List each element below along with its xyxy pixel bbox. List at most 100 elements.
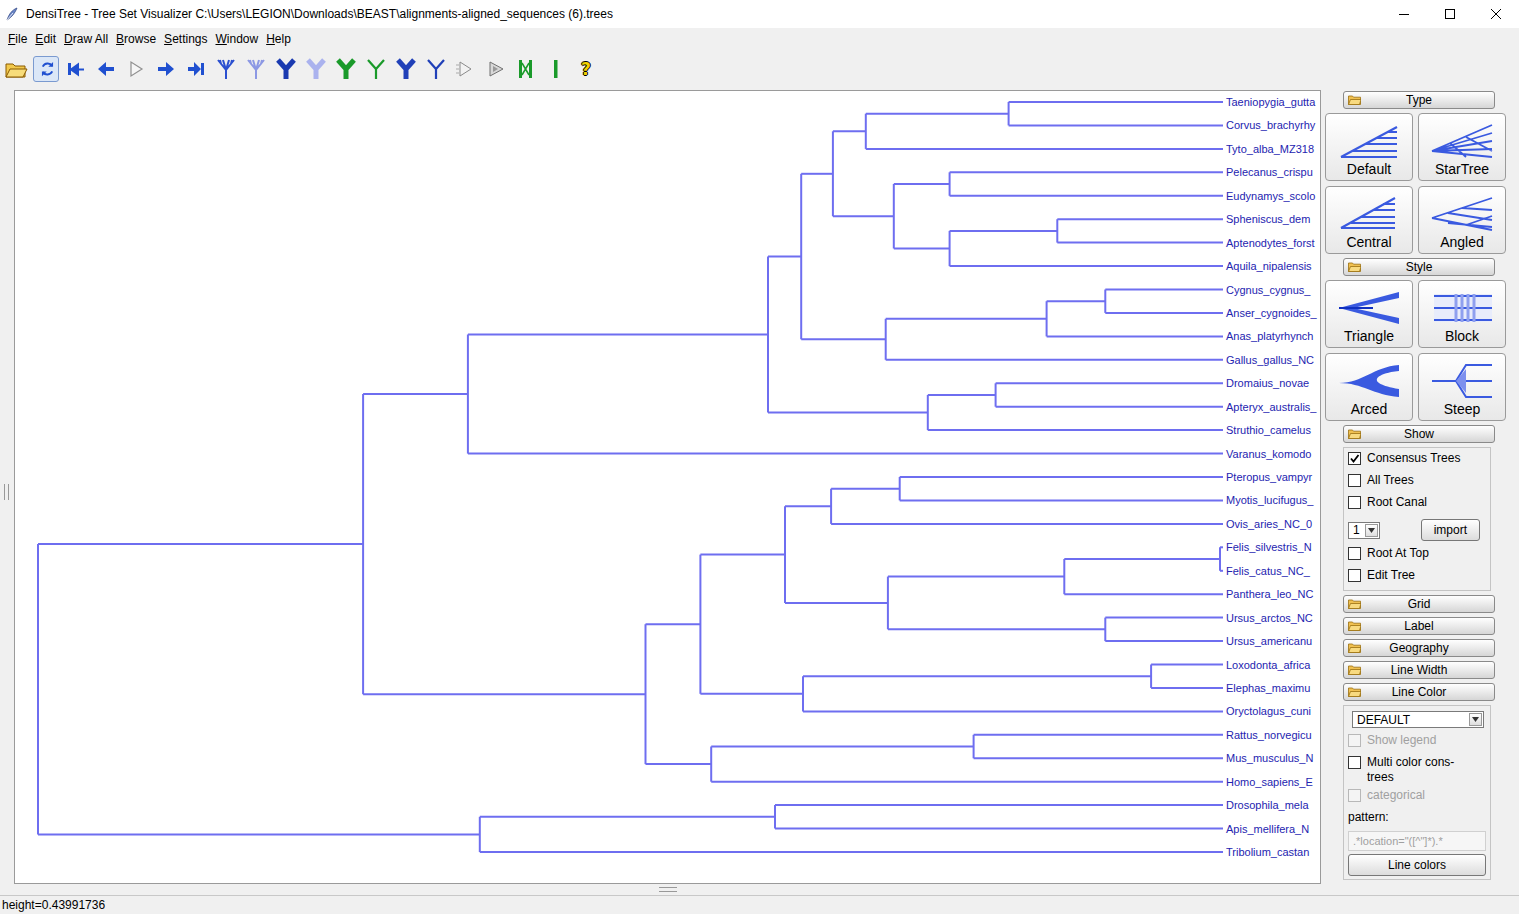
toolbar-button[interactable] <box>3 56 29 82</box>
checkbox-row[interactable]: Multi color cons-trees <box>1348 755 1486 785</box>
checkbox[interactable] <box>1348 452 1361 465</box>
checkbox-row[interactable]: Consensus Trees <box>1348 451 1486 470</box>
checkbox-row[interactable]: Edit Tree <box>1348 568 1486 587</box>
menu-item[interactable]: Window <box>211 30 262 48</box>
taxon-label[interactable]: Aquila_nipalensis <box>1226 260 1312 272</box>
taxon-label[interactable]: Mus_musculus_N <box>1226 752 1313 764</box>
taxon-label[interactable]: Tyto_alba_MZ318 <box>1226 143 1314 155</box>
taxon-label[interactable]: Apteryx_australis_ <box>1226 401 1317 413</box>
taxon-label[interactable]: Anas_platyrhynch <box>1226 330 1313 342</box>
taxon-label[interactable]: Rattus_norvegicu <box>1226 729 1312 741</box>
taxon-label[interactable]: Ursus_americanu <box>1226 635 1312 647</box>
taxon-label[interactable]: Gallus_gallus_NC <box>1226 354 1314 366</box>
taxon-label[interactable]: Dromaius_novae <box>1226 377 1309 389</box>
menu-item[interactable]: Edit <box>31 30 60 48</box>
section-header[interactable]: Geography <box>1343 639 1495 657</box>
style-tile[interactable]: Default <box>1325 113 1413 181</box>
taxon-label[interactable]: Struthio_camelus <box>1226 424 1311 436</box>
style-tile[interactable]: Steep <box>1418 353 1506 421</box>
taxon-label[interactable]: Spheniscus_dem <box>1226 213 1310 225</box>
taxon-label[interactable]: Ursus_arctos_NC <box>1226 612 1313 624</box>
close-button[interactable] <box>1473 0 1519 28</box>
toolbar-button[interactable] <box>423 56 449 82</box>
checkbox[interactable] <box>1348 474 1361 487</box>
menu-item[interactable]: Settings <box>160 30 211 48</box>
toolbar-button[interactable] <box>123 56 149 82</box>
bottom-splitter[interactable] <box>14 884 1321 895</box>
section-header[interactable]: Style <box>1343 258 1495 276</box>
import-button[interactable]: import <box>1421 519 1480 541</box>
left-splitter[interactable] <box>0 88 14 895</box>
toolbar-button[interactable] <box>513 56 539 82</box>
toolbar-button[interactable] <box>153 56 179 82</box>
menu-item[interactable]: Help <box>262 30 295 48</box>
taxon-label[interactable]: Ovis_aries_NC_0 <box>1226 518 1312 530</box>
section-header[interactable]: Line Color <box>1343 683 1495 701</box>
taxon-label[interactable]: Eudynamys_scolo <box>1226 190 1315 202</box>
menu-item[interactable]: File <box>4 30 31 48</box>
toolbar-button[interactable] <box>183 56 209 82</box>
color-mode-select[interactable]: DEFAULT <box>1352 711 1484 728</box>
toolbar-button[interactable] <box>543 56 569 82</box>
section-header[interactable]: Type <box>1343 91 1495 109</box>
taxon-label[interactable]: Panthera_leo_NC <box>1226 588 1314 600</box>
minimize-button[interactable] <box>1381 0 1427 28</box>
taxon-label[interactable]: Elephas_maximu <box>1226 682 1310 694</box>
checkbox[interactable] <box>1348 496 1361 509</box>
maximize-button[interactable] <box>1427 0 1473 28</box>
toolbar-button[interactable] <box>303 56 329 82</box>
toolbar-button[interactable] <box>93 56 119 82</box>
taxon-label[interactable]: Corvus_brachyrhy <box>1226 119 1316 131</box>
y-icon <box>304 57 328 81</box>
taxon-label[interactable]: Apis_mellifera_N <box>1226 823 1309 835</box>
branch <box>768 256 801 258</box>
taxon-label[interactable]: Oryctolagus_cuni <box>1226 705 1311 717</box>
tree-canvas[interactable]: Taeniopygia_gutta Corvus_brachyrhy Tyto_al… <box>14 90 1321 884</box>
toolbar-button[interactable] <box>63 56 89 82</box>
section-header[interactable]: Label <box>1343 617 1495 635</box>
taxon-label[interactable]: Felis_catus_NC_ <box>1226 565 1311 577</box>
toolbar-button[interactable] <box>213 56 239 82</box>
checkbox-row[interactable]: Root At Top <box>1348 546 1486 565</box>
style-tile[interactable]: Triangle <box>1325 280 1413 348</box>
taxon-label[interactable]: Cygnus_cygnus_ <box>1226 284 1311 296</box>
checkbox[interactable] <box>1348 756 1361 769</box>
section-header[interactable]: Grid <box>1343 595 1495 613</box>
taxon-label[interactable]: Myotis_lucifugus_ <box>1226 494 1314 506</box>
style-tile[interactable]: Arced <box>1325 353 1413 421</box>
toolbar-button[interactable] <box>483 56 509 82</box>
taxon-label[interactable]: Felis_silvestris_N <box>1226 541 1312 553</box>
checkbox-row[interactable]: Root Canal <box>1348 495 1486 514</box>
toolbar-button[interactable] <box>393 56 419 82</box>
section-header[interactable]: Line Width <box>1343 661 1495 679</box>
taxon-label[interactable]: Tribolium_castan <box>1226 846 1309 858</box>
taxon-label[interactable]: Taeniopygia_gutta <box>1226 96 1316 108</box>
taxon-label[interactable]: Loxodonta_africa <box>1226 659 1311 671</box>
toolbar-button[interactable] <box>243 56 269 82</box>
toolbar-button[interactable] <box>333 56 359 82</box>
taxon-label[interactable]: Pelecanus_crispu <box>1226 166 1313 178</box>
toolbar-button[interactable] <box>273 56 299 82</box>
taxon-label[interactable]: Aptenodytes_forst <box>1226 237 1315 249</box>
toolbar-button[interactable] <box>33 56 59 82</box>
menu-item[interactable]: Draw All <box>60 30 112 48</box>
taxon-label[interactable]: Homo_sapiens_E <box>1226 776 1313 788</box>
taxon-label[interactable]: Varanus_komodo <box>1226 448 1311 460</box>
menu-item[interactable]: Browse <box>112 30 160 48</box>
line-colors-button[interactable]: Line colors <box>1348 854 1486 876</box>
taxon-label[interactable]: Anser_cygnoides_ <box>1226 307 1317 319</box>
style-tile[interactable]: Central <box>1325 186 1413 254</box>
toolbar-button[interactable]: ? <box>573 56 599 82</box>
checkbox-row[interactable]: All Trees <box>1348 473 1486 492</box>
checkbox[interactable] <box>1348 547 1361 560</box>
checkbox[interactable] <box>1348 569 1361 582</box>
style-tile[interactable]: Block <box>1418 280 1506 348</box>
taxon-label[interactable]: Pteropus_vampyr <box>1226 471 1313 483</box>
style-tile[interactable]: Angled <box>1418 186 1506 254</box>
section-header[interactable]: Show <box>1343 425 1495 443</box>
toolbar-button[interactable] <box>363 56 389 82</box>
style-tile[interactable]: StarTree <box>1418 113 1506 181</box>
toolbar-button[interactable] <box>453 56 479 82</box>
tree-select[interactable]: 1 <box>1348 522 1380 539</box>
taxon-label[interactable]: Drosophila_mela <box>1226 799 1309 811</box>
